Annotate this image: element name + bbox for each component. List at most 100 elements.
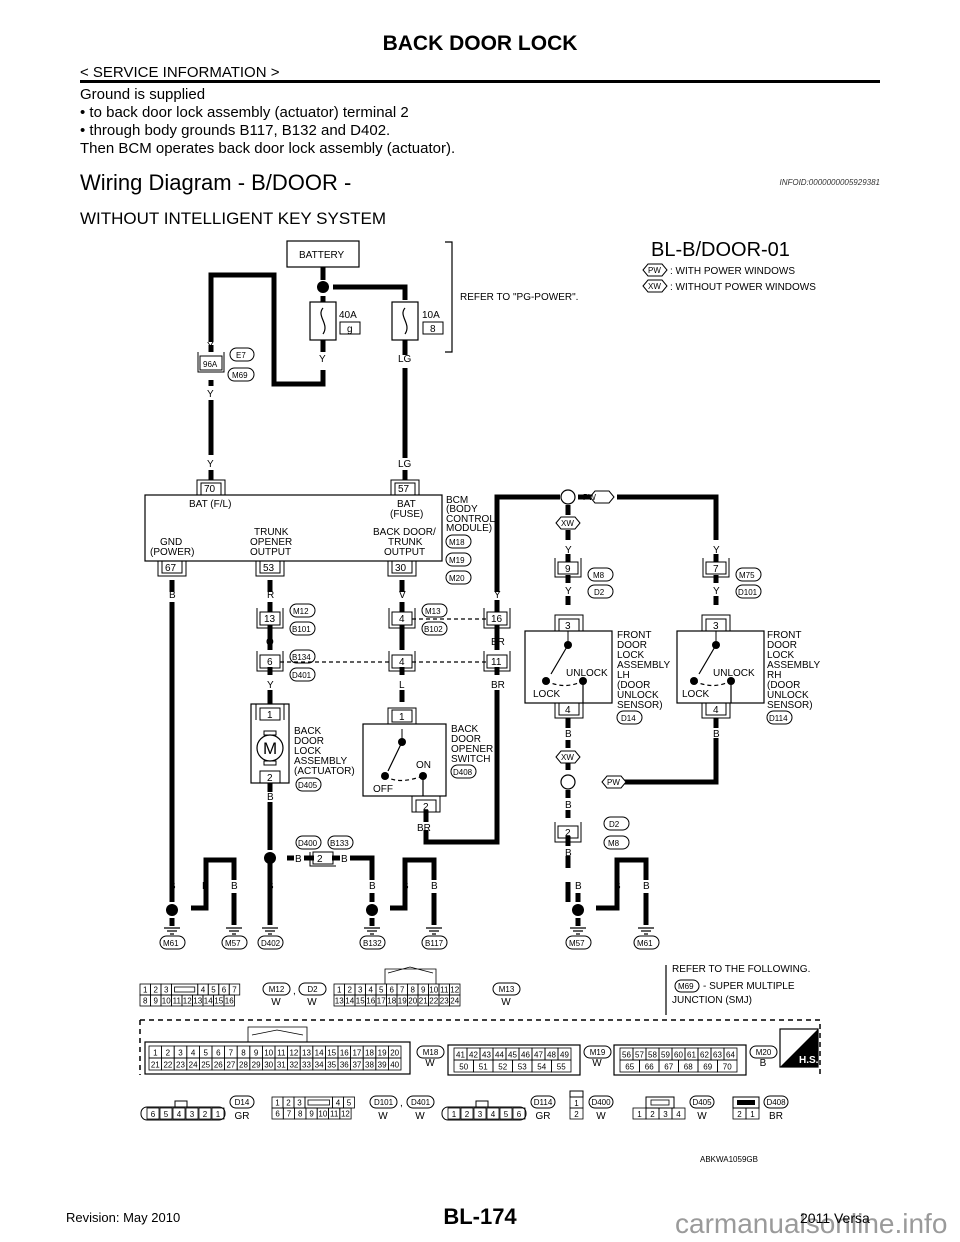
ground-m61: M61 <box>637 939 653 948</box>
wire-color: Y <box>565 586 572 597</box>
pin-number: 2 <box>286 1099 291 1108</box>
pin-number: 23 <box>176 1061 185 1070</box>
wire-color: B <box>369 881 376 892</box>
connector-d405: D405 <box>298 781 318 790</box>
pin-number: 4 <box>369 986 374 995</box>
pin-number: 16 <box>340 1049 349 1058</box>
fuse-10a-rating: 10A <box>422 310 440 321</box>
wire-color: Y <box>207 389 214 400</box>
bcm-label: OUTPUT <box>384 547 425 558</box>
wire-color: B <box>565 729 572 740</box>
connector-d2: D2 <box>609 820 620 829</box>
connector-m69: M69 <box>678 982 694 991</box>
pin-number: 18 <box>365 1049 374 1058</box>
lh-pin: 4 <box>565 705 571 716</box>
pin-number: 7 <box>229 1049 234 1058</box>
wire-color: L <box>399 637 405 648</box>
wire-color: Y <box>319 354 326 365</box>
wiring-diagram: BL-B/DOOR-01 PW : WITH POWER WINDOWS XW … <box>139 239 821 1122</box>
connector-m69: M69 <box>232 371 248 380</box>
pin-number: 15 <box>214 997 223 1006</box>
connector-id: D400 <box>591 1098 611 1107</box>
connector-d408: D408 <box>453 768 473 777</box>
bcm-label: (POWER) <box>150 547 194 558</box>
connector-d2: D2 <box>594 588 605 597</box>
pin-number: 23 <box>440 997 449 1006</box>
pin-number: 24 <box>450 997 459 1006</box>
rh-pin: 4 <box>713 705 719 716</box>
wire-color: B <box>231 881 238 892</box>
pin-number: 13 <box>193 997 202 1006</box>
separator: , <box>293 986 296 997</box>
inline-pin: 13 <box>264 614 276 625</box>
wire-color: BR <box>491 637 505 648</box>
wire-color: B <box>169 590 176 601</box>
pin-number: 6 <box>151 1110 156 1119</box>
wire-color: B <box>267 881 274 892</box>
pin-number: 61 <box>687 1051 696 1060</box>
hs-badge-label: H.S. <box>799 1055 819 1066</box>
pin-number: 54 <box>537 1063 546 1072</box>
pin-number: 22 <box>429 997 438 1006</box>
inline-pin: 9 <box>565 564 571 575</box>
wire-color: Y <box>267 680 274 691</box>
inline-pin: 2 <box>317 854 323 865</box>
pin-number: 4 <box>201 986 206 995</box>
wire-color: B <box>341 854 348 865</box>
pin-number: 16 <box>225 997 234 1006</box>
pin-number: 28 <box>239 1061 248 1070</box>
lock-tab <box>174 986 196 993</box>
pin-number: 5 <box>347 1099 352 1108</box>
connector-color: W <box>425 1058 435 1069</box>
legend-pw-text: : WITH POWER WINDOWS <box>670 266 795 277</box>
pin-number: 48 <box>547 1051 556 1060</box>
pin-number: 4 <box>336 1099 341 1108</box>
pin-number: 1 <box>216 1110 221 1119</box>
wire-color: B <box>169 881 176 892</box>
wire-color: BR <box>491 680 505 691</box>
pin-number: 38 <box>365 1061 374 1070</box>
ground-m61: M61 <box>163 939 179 948</box>
refer-smj-2: JUNCTION (SMJ) <box>672 995 752 1006</box>
connector-b101: B101 <box>292 625 311 634</box>
pin-number: 8 <box>143 997 148 1006</box>
connector-id: D114 <box>534 1098 553 1107</box>
pin-number: 43 <box>482 1051 491 1060</box>
refer-following: REFER TO THE FOLLOWING. <box>672 964 810 975</box>
inline-pin: 7 <box>713 564 719 575</box>
pin-number: 6 <box>390 986 395 995</box>
pin-number: 10 <box>264 1049 273 1058</box>
connector-d400: D400 <box>298 839 318 848</box>
lock-tab <box>174 1100 188 1108</box>
pin-number: 6 <box>517 1110 522 1119</box>
pin-number: 5 <box>211 986 216 995</box>
rh-pin: 3 <box>713 621 719 632</box>
bcm-pin: 67 <box>165 563 177 574</box>
pin-number: 32 <box>289 1061 298 1070</box>
pin-number: 15 <box>327 1049 336 1058</box>
pin-number: 25 <box>201 1061 210 1070</box>
pin-number: 15 <box>356 997 365 1006</box>
ground-b132: B132 <box>363 939 382 948</box>
ground-b117: B117 <box>425 939 444 948</box>
switch-pin: 2 <box>423 802 429 813</box>
connector-d101: D101 <box>738 588 758 597</box>
pin-number: 11 <box>440 986 449 995</box>
ground-d402: D402 <box>261 939 281 948</box>
wire-color: V <box>399 590 406 601</box>
pin-number: 9 <box>421 986 426 995</box>
pin-number: 3 <box>164 986 169 995</box>
pin-number: 69 <box>703 1063 712 1072</box>
connector-b133: B133 <box>330 839 349 848</box>
separator: , <box>400 1098 403 1109</box>
lock-tab <box>307 1099 330 1106</box>
pin-number: 2 <box>166 1049 171 1058</box>
pin-number: 37 <box>352 1061 361 1070</box>
connector-b134: B134 <box>292 653 311 662</box>
pin-number: 26 <box>214 1061 223 1070</box>
connector-color: GR <box>235 1111 250 1122</box>
connector-color: GR <box>536 1111 551 1122</box>
pin-number: 2 <box>154 986 159 995</box>
wire-color: Y <box>713 586 720 597</box>
connector-m12: M12 <box>293 607 309 616</box>
